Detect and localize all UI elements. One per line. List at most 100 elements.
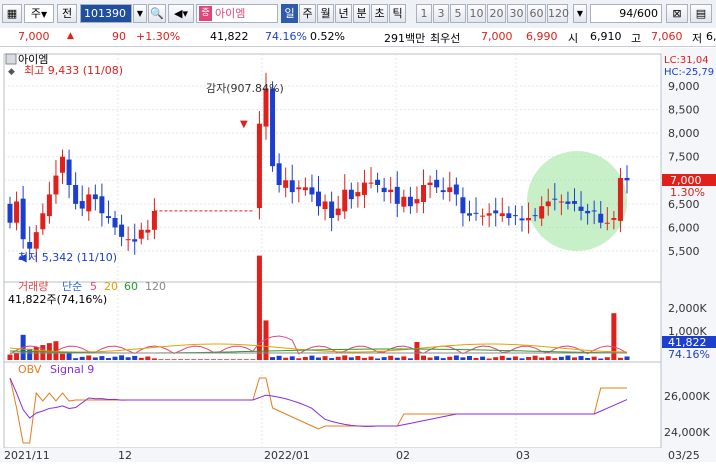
- candle-body: [79, 201, 85, 209]
- data-count-field[interactable]: 94/600: [590, 4, 662, 23]
- period-tab-3[interactable]: 년: [335, 4, 352, 23]
- minute-tab-20[interactable]: 20: [487, 4, 506, 23]
- ma-legend-5: 5: [90, 280, 97, 293]
- period-tab-0[interactable]: 일: [281, 4, 298, 23]
- obv-legend: OBV: [18, 363, 42, 376]
- high-price: 7,060: [651, 30, 683, 43]
- price-tick-label: 6,500: [668, 198, 700, 211]
- candle-body: [591, 210, 597, 212]
- signal-legend: Signal 9: [50, 363, 94, 376]
- candle-body: [453, 184, 459, 195]
- stock-name-field[interactable]: 증 아이엠: [196, 4, 278, 23]
- candle-body: [401, 196, 407, 207]
- volume-bar: [237, 359, 243, 360]
- volume-bar: [512, 356, 518, 360]
- period-tab-6[interactable]: 틱: [389, 4, 406, 23]
- candle-body: [375, 179, 381, 185]
- volume-bar: [506, 357, 512, 360]
- candle-body: [355, 192, 361, 197]
- volume-legend: 거래량: [18, 280, 48, 293]
- volume-bar: [145, 356, 151, 360]
- layout-icon[interactable]: ▤: [690, 4, 712, 23]
- candle-body: [60, 156, 66, 173]
- volume-bar: [585, 357, 591, 360]
- stock-code-input[interactable]: 101390: [80, 4, 132, 23]
- best-quote-label: 최우선: [430, 32, 461, 45]
- minute-tab-30[interactable]: 30: [507, 4, 526, 23]
- volume-bar: [394, 357, 400, 360]
- low-label: 저: [692, 32, 703, 45]
- candle-body: [512, 215, 518, 217]
- volume-bar: [545, 356, 551, 360]
- max-price-label: 최고 9,433 (11/08): [24, 64, 123, 77]
- candle-body: [571, 201, 577, 204]
- minute-tab-1[interactable]: 1: [416, 4, 432, 23]
- volume-bar: [92, 357, 98, 360]
- candle-body: [256, 123, 262, 209]
- period-tab-2[interactable]: 월: [317, 4, 334, 23]
- minute-dropdown-icon[interactable]: ▼: [573, 4, 587, 23]
- minute-tab-120[interactable]: 120: [547, 4, 569, 23]
- minute-tab-60[interactable]: 60: [527, 4, 546, 23]
- x-axis-label: 03/25: [668, 449, 700, 462]
- last-volume-pct: 74.16%: [668, 348, 710, 361]
- volume-bar: [539, 357, 545, 360]
- grid-icon[interactable]: ▦: [2, 4, 22, 23]
- minute-tab-10[interactable]: 10: [467, 4, 486, 23]
- volume-bar: [296, 358, 302, 360]
- volume-bar: [217, 359, 223, 360]
- speaker-icon[interactable]: ◀▾: [168, 4, 194, 23]
- volume-bar: [526, 357, 532, 360]
- period-tab-5[interactable]: 초: [371, 4, 388, 23]
- candle-body: [460, 197, 466, 214]
- volume-bar: [99, 356, 105, 360]
- market-type-select[interactable]: 주▼: [24, 4, 54, 23]
- candle-body: [473, 212, 479, 214]
- candle-body: [348, 189, 354, 200]
- panel-menu-icon[interactable]: [5, 53, 17, 65]
- candle-body: [27, 242, 33, 249]
- period-tab-1[interactable]: 주: [299, 4, 316, 23]
- candle-body: [53, 175, 59, 195]
- candle-body: [624, 177, 630, 181]
- period-tab-4[interactable]: 분: [353, 4, 370, 23]
- volume-bar: [558, 356, 564, 360]
- volume-bar: [243, 359, 249, 360]
- volume-bar: [460, 357, 466, 360]
- volume-bar: [112, 356, 118, 360]
- low-price: 6,4: [706, 30, 716, 43]
- candle-body: [316, 191, 321, 207]
- minute-tab-3[interactable]: 3: [433, 4, 449, 23]
- minute-tab-5[interactable]: 5: [450, 4, 466, 23]
- volume-bar: [191, 359, 197, 360]
- stock-chart[interactable]: ▼◀ 아이엠 ◆ 최고 9,433 (11/08) 최저 5,342 (11/1…: [0, 48, 716, 462]
- candle-body: [145, 229, 151, 233]
- candle-body: [276, 163, 282, 185]
- candle-body: [361, 182, 367, 195]
- open-price: 6,910: [590, 30, 622, 43]
- volume-bar: [447, 356, 453, 360]
- price-tick-label: 5,500: [668, 245, 700, 258]
- volume-bar: [322, 356, 328, 360]
- candle-body: [388, 189, 394, 193]
- volume-bar: [532, 355, 538, 360]
- candle-body: [86, 194, 92, 212]
- price-tick-label: 8,000: [668, 127, 700, 140]
- volume-bar: [119, 355, 125, 360]
- candle-body: [565, 201, 571, 204]
- volume-bar: [289, 356, 295, 360]
- price-tick-label: 6,000: [668, 221, 700, 234]
- code-dropdown-icon[interactable]: ▼: [133, 4, 147, 23]
- chart-area[interactable]: ▼ ◀ 아이엠 ◆ 최고 9,433 (11/08) 최저 5,342 (11/1…: [0, 48, 716, 462]
- category-button[interactable]: 전: [57, 4, 77, 23]
- candle-body: [466, 213, 472, 216]
- volume-bar: [421, 355, 427, 360]
- best-ask: 7,000: [481, 30, 513, 43]
- candle-body: [604, 222, 610, 224]
- volume-bar: [250, 359, 256, 360]
- volume-bar: [480, 356, 486, 360]
- settings-icon[interactable]: ⊠: [666, 4, 688, 23]
- candle-body: [322, 201, 328, 210]
- search-icon[interactable]: 🔍: [148, 4, 166, 23]
- volume-bar: [565, 355, 571, 360]
